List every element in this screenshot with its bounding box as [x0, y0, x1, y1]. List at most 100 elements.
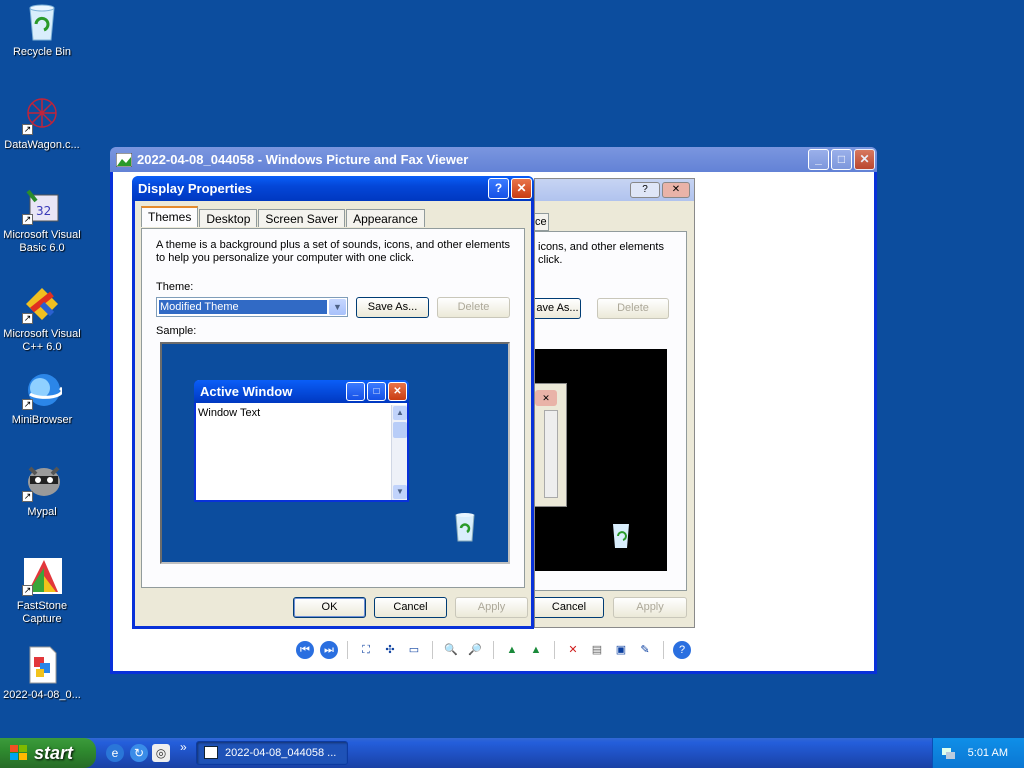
dialog-title-bar[interactable]: Display Properties ? ✕ [132, 176, 534, 201]
dialog-close-button[interactable]: ✕ [511, 178, 532, 199]
display-properties-dialog[interactable]: Display Properties ? ✕ Themes Desktop Sc… [132, 176, 534, 629]
zoom-out-icon[interactable]: 🔎 [466, 641, 484, 659]
toolbar-separator [432, 641, 433, 659]
save-as-button[interactable]: Save As... [356, 297, 429, 318]
internet-explorer-icon[interactable]: e [106, 744, 124, 762]
taskbar-item-picture-viewer[interactable]: 2022-04-08_044058 ... [196, 741, 348, 765]
recycle-bin-icon [22, 2, 62, 42]
print-icon[interactable]: ▤ [588, 641, 606, 659]
quick-launch-app-icon[interactable]: ◎ [152, 744, 170, 762]
ghost-scrollbar [544, 410, 558, 498]
dialog-tabs: Themes Desktop Screen Saver Appearance [141, 206, 426, 227]
image-file-icon [22, 645, 62, 685]
rotate-counterclockwise-icon[interactable]: ▲ [527, 641, 545, 659]
svg-text:32: 32 [36, 204, 51, 218]
desktop-icon-datawagon[interactable]: ↗ DataWagon.c... [0, 95, 84, 152]
ghost-cancel-button: Cancel [535, 597, 604, 618]
previous-image-icon[interactable]: ⏮ [296, 641, 314, 659]
chevron-down-icon[interactable]: ▼ [329, 299, 346, 315]
taskbar-item-label: 2022-04-08_044058 ... [225, 747, 337, 759]
best-fit-icon[interactable]: ⛶ [357, 641, 375, 659]
network-tray-icon[interactable] [941, 746, 956, 760]
ghost-sample-window: ✕ [535, 383, 567, 507]
viewer-toolbar: ⏮ ⏭ ⛶ ✣ ▭ 🔍 🔎 ▲ ▲ ✕ ▤ ▣ ✎ ? [113, 637, 874, 663]
help-button[interactable]: ? [488, 178, 509, 199]
desktop-icon-image-file[interactable]: 2022-04-08_0... [0, 645, 84, 702]
tab-appearance[interactable]: Appearance [346, 209, 425, 227]
maximize-button[interactable]: □ [831, 149, 852, 170]
edit-icon[interactable]: ✎ [636, 641, 654, 659]
next-image-icon[interactable]: ⏭ [320, 641, 338, 659]
cancel-button[interactable]: Cancel [374, 597, 447, 618]
desktop-icon-faststone[interactable]: ↗ FastStone Capture [0, 556, 84, 626]
themes-pane: A theme is a background plus a set of so… [141, 228, 525, 588]
ghost-delete-button: Delete [597, 298, 669, 319]
theme-label: Theme: [156, 281, 194, 293]
desktop-icon-visual-cpp[interactable]: ↗ Microsoft Visual C++ 6.0 [0, 284, 84, 354]
toolbar-separator [493, 641, 494, 659]
ghost-pane: icons, and other elements click. ave As..… [535, 231, 687, 591]
screenshot-image-content: ? ✕ ce icons, and other elements click. a… [534, 178, 695, 628]
desktop-icon-mypal[interactable]: ↗ Mypal [0, 462, 84, 519]
close-icon: ✕ [388, 382, 407, 401]
ghost-close-icon: ✕ [535, 390, 557, 406]
picture-viewer-icon [116, 152, 132, 167]
visual-cpp-icon: ↗ [22, 284, 62, 324]
toolbar-separator [663, 641, 664, 659]
sample-window-title-bar: Active Window _ □ ✕ [194, 380, 409, 403]
recycle-bin-icon [452, 512, 478, 542]
ghost-desc: icons, and other elements click. [538, 241, 664, 266]
scroll-up-icon: ▲ [393, 406, 407, 420]
theme-sample-preview: Active Window _ □ ✕ Window Text ▲ ▼ [160, 342, 510, 564]
minimize-icon: _ [346, 382, 365, 401]
desktop-icon-label: Microsoft Visual Basic 6.0 [3, 229, 81, 254]
visual-basic-icon: 32 ↗ [22, 185, 62, 225]
mypal-raccoon-icon: ↗ [22, 462, 62, 502]
refresh-browser-icon[interactable]: ↻ [130, 744, 148, 762]
zoom-in-icon[interactable]: 🔍 [442, 641, 460, 659]
picture-viewer-icon [204, 746, 218, 759]
ghost-save-as-button: ave As... [535, 298, 581, 319]
windows-flag-icon [10, 745, 27, 760]
viewer-title-bar[interactable]: 2022-04-08_044058 - Windows Picture and … [110, 147, 877, 172]
desktop-icon-minibrowser[interactable]: ↗ MiniBrowser [0, 370, 84, 427]
clock[interactable]: 5:01 AM [968, 747, 1008, 759]
theme-select[interactable]: Modified Theme ▼ [156, 297, 348, 317]
desktop-icon-recycle-bin[interactable]: Recycle Bin [0, 2, 84, 59]
actual-size-icon[interactable]: ✣ [381, 641, 399, 659]
ghost-tab: ce [535, 213, 549, 231]
datawagon-icon: ↗ [22, 95, 62, 135]
sample-window-title: Active Window [200, 384, 293, 399]
delete-icon[interactable]: ✕ [564, 641, 582, 659]
sample-window-text: Window Text [198, 407, 261, 419]
theme-select-value: Modified Theme [159, 300, 327, 314]
tab-desktop[interactable]: Desktop [199, 209, 258, 227]
ok-button[interactable]: OK [293, 597, 366, 618]
minibrowser-icon: ↗ [22, 370, 64, 410]
toolbar-separator [554, 641, 555, 659]
delete-button[interactable]: Delete [437, 297, 510, 318]
close-button[interactable]: ✕ [854, 149, 875, 170]
tab-themes[interactable]: Themes [141, 206, 199, 227]
desktop-icon-label: Microsoft Visual C++ 6.0 [3, 328, 81, 353]
ghost-sample-preview: ✕ [535, 349, 667, 571]
help-icon[interactable]: ? [673, 641, 691, 659]
desktop-icon-label: MiniBrowser [11, 414, 73, 426]
slideshow-icon[interactable]: ▭ [405, 641, 423, 659]
dialog-content: Themes Desktop Screen Saver Appearance A… [135, 201, 531, 626]
toolbar-separator [347, 641, 348, 659]
scroll-thumb [393, 422, 407, 438]
start-button[interactable]: start [0, 738, 96, 768]
save-icon[interactable]: ▣ [612, 641, 630, 659]
desktop-icon-visual-basic[interactable]: 32 ↗ Microsoft Visual Basic 6.0 [0, 185, 84, 255]
faststone-capture-icon: ↗ [22, 556, 62, 596]
tab-screen-saver[interactable]: Screen Saver [258, 209, 346, 227]
rotate-clockwise-icon[interactable]: ▲ [503, 641, 521, 659]
desktop-icon-label: Recycle Bin [12, 46, 72, 58]
viewer-title: 2022-04-08_044058 - Windows Picture and … [137, 152, 469, 167]
scroll-down-icon: ▼ [393, 485, 407, 499]
quick-launch-chevron[interactable]: » [180, 740, 187, 754]
apply-button[interactable]: Apply [455, 597, 528, 618]
dialog-title: Display Properties [138, 181, 253, 196]
minimize-button[interactable]: _ [808, 149, 829, 170]
